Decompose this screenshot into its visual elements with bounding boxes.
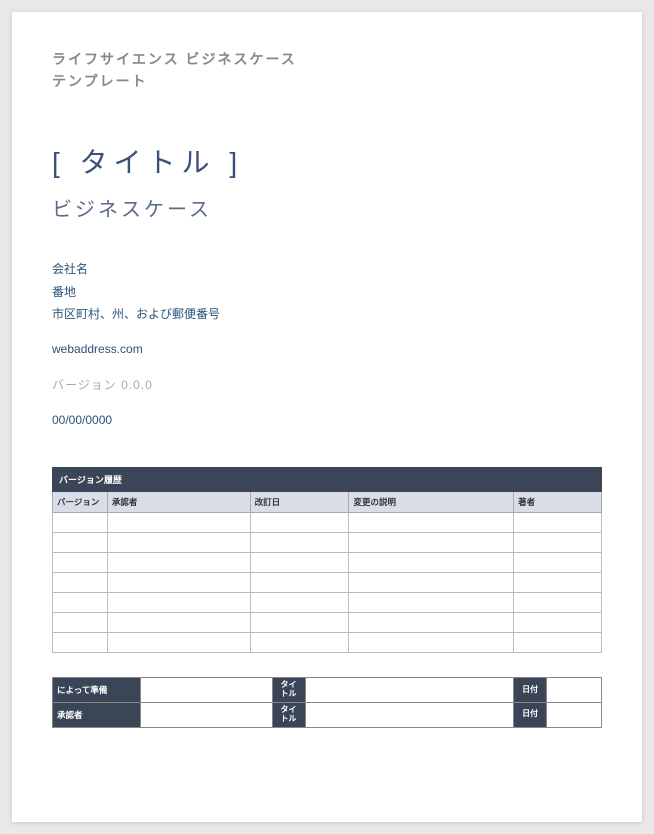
approver-label: 承認者 (53, 702, 141, 727)
table-cell (250, 613, 349, 633)
table-cell (53, 573, 108, 593)
company-name: 会社名 (52, 258, 602, 281)
vh-title: バージョン履歴 (53, 468, 602, 492)
table-cell (514, 513, 602, 533)
table-cell (107, 613, 250, 633)
table-row (53, 533, 602, 553)
table-cell (107, 553, 250, 573)
table-cell (107, 633, 250, 653)
prepared-by-label: によって準備 (53, 678, 141, 703)
table-cell (107, 573, 250, 593)
company-street: 番地 (52, 281, 602, 304)
table-row (53, 513, 602, 533)
table-cell (53, 633, 108, 653)
table-cell (53, 613, 108, 633)
approver-value (140, 702, 272, 727)
date-value-1 (547, 678, 602, 703)
web-address: webaddress.com (52, 342, 602, 356)
document-page: ライフサイエンス ビジネスケース テンプレート [ タイトル ] ビジネスケース… (12, 12, 642, 822)
date-value-2 (547, 702, 602, 727)
header-line1: ライフサイエンス ビジネスケース (52, 48, 602, 70)
table-cell (349, 513, 514, 533)
table-cell (349, 613, 514, 633)
document-title: [ タイトル ] (52, 141, 602, 181)
date-label-1: 日付 (514, 678, 547, 703)
vh-col-version: バージョン (53, 492, 108, 513)
table-cell (514, 633, 602, 653)
table-cell (514, 533, 602, 553)
title-value-1 (305, 678, 514, 703)
table-cell (53, 553, 108, 573)
table-cell (349, 593, 514, 613)
document-date: 00/00/0000 (52, 413, 602, 427)
prepared-by-value (140, 678, 272, 703)
company-block: 会社名 番地 市区町村、州、および郵便番号 (52, 258, 602, 326)
version-label: バージョン 0.0.0 (52, 376, 602, 393)
table-cell (107, 513, 250, 533)
table-cell (514, 593, 602, 613)
table-row (53, 553, 602, 573)
table-cell (250, 533, 349, 553)
date-label-2: 日付 (514, 702, 547, 727)
table-cell (250, 513, 349, 533)
title-value-2 (305, 702, 514, 727)
table-cell (514, 553, 602, 573)
table-cell (349, 573, 514, 593)
vh-col-author: 著者 (514, 492, 602, 513)
table-cell (53, 593, 108, 613)
table-cell (514, 573, 602, 593)
table-cell (349, 633, 514, 653)
document-subtitle: ビジネスケース (52, 193, 602, 222)
title-label-1: タイトル (272, 678, 305, 703)
table-row (53, 633, 602, 653)
table-row (53, 613, 602, 633)
table-cell (53, 533, 108, 553)
header-line2: テンプレート (52, 70, 602, 92)
table-row (53, 573, 602, 593)
version-history-table: バージョン履歴 バージョン 承認者 改訂日 変更の説明 著者 (52, 467, 602, 653)
signoff-table: によって準備 タイトル 日付 承認者 タイトル 日付 (52, 677, 602, 727)
vh-col-revdate: 改訂日 (250, 492, 349, 513)
table-cell (107, 593, 250, 613)
table-cell (250, 553, 349, 573)
table-cell (349, 533, 514, 553)
table-cell (250, 593, 349, 613)
table-cell (349, 553, 514, 573)
vh-col-desc: 変更の説明 (349, 492, 514, 513)
table-row (53, 593, 602, 613)
table-cell (107, 533, 250, 553)
table-cell (250, 633, 349, 653)
table-cell (53, 513, 108, 533)
table-cell (250, 573, 349, 593)
template-header: ライフサイエンス ビジネスケース テンプレート (52, 48, 602, 93)
vh-col-approver: 承認者 (107, 492, 250, 513)
table-cell (514, 613, 602, 633)
company-city: 市区町村、州、および郵便番号 (52, 303, 602, 326)
title-label-2: タイトル (272, 702, 305, 727)
